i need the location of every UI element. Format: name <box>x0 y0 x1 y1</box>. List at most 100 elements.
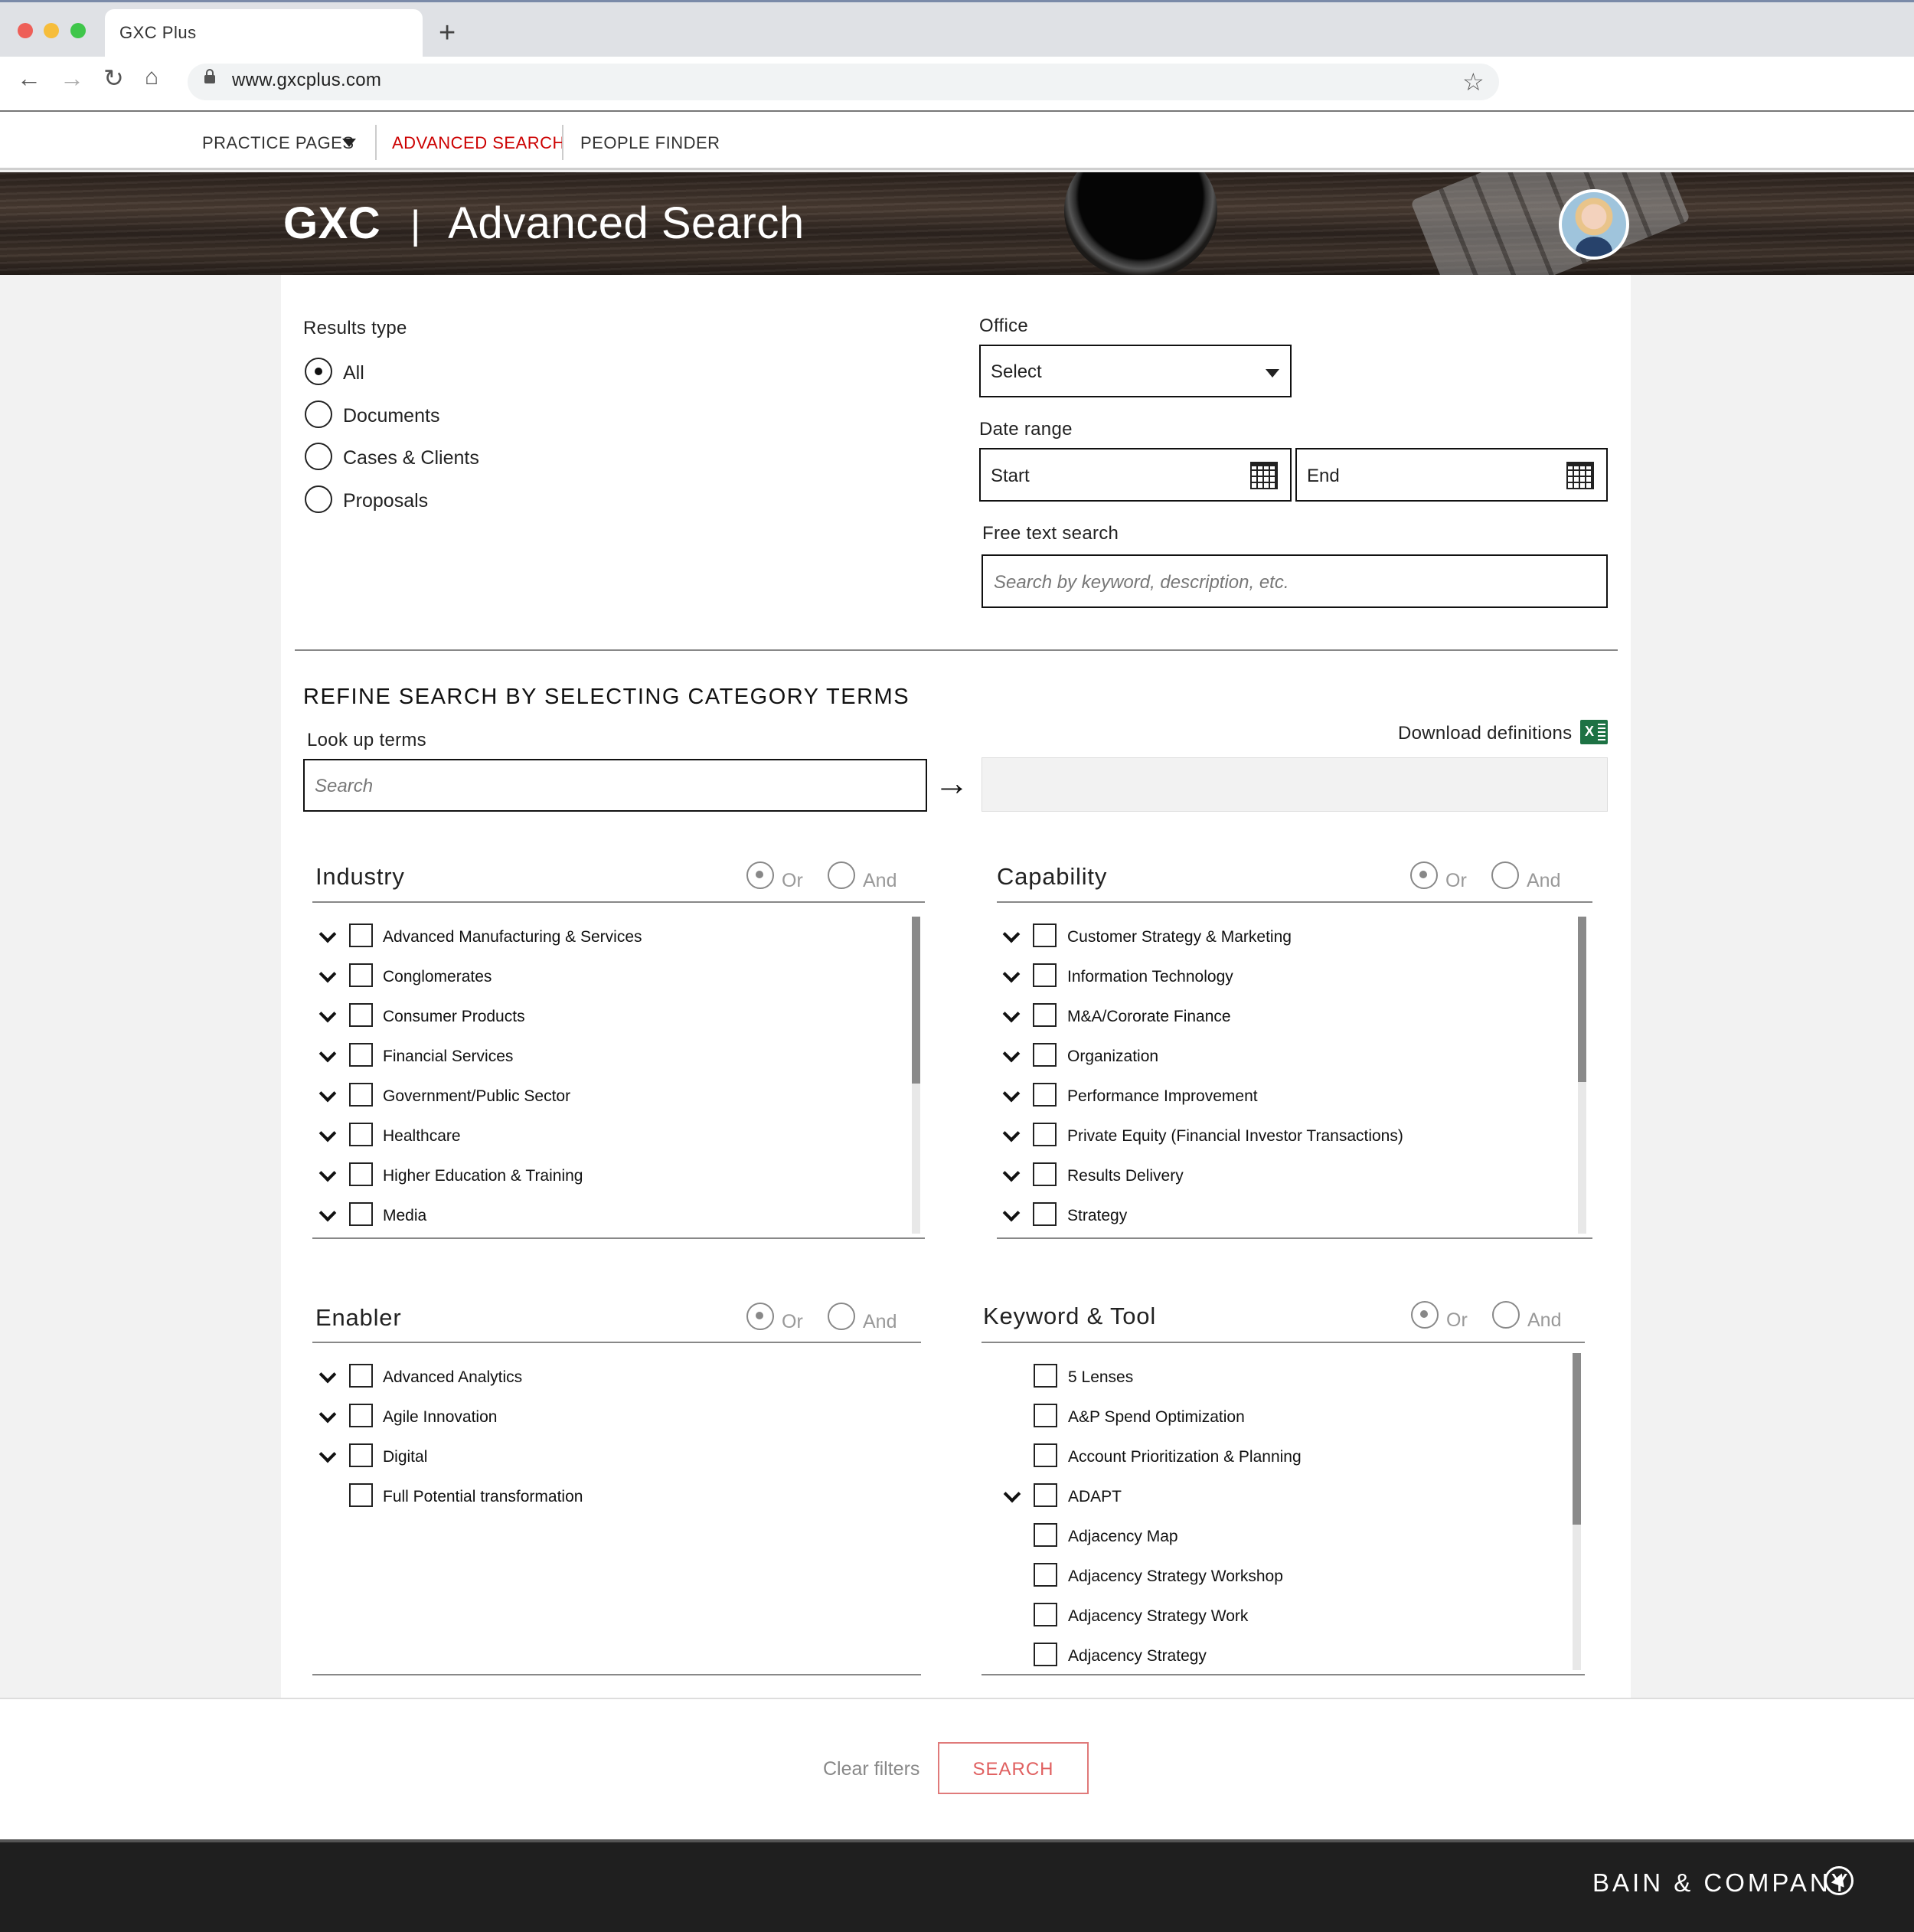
enabler-or-radio[interactable] <box>746 1303 774 1330</box>
list-item-label: Customer Strategy & Marketing <box>1067 928 1292 946</box>
checkbox[interactable] <box>349 1162 373 1186</box>
checkbox[interactable] <box>349 924 373 947</box>
title-separator: | <box>410 203 421 247</box>
nav-divider <box>375 125 377 160</box>
home-icon[interactable]: ⌂ <box>145 66 158 89</box>
checkbox[interactable] <box>1033 1083 1057 1107</box>
checkbox[interactable] <box>349 1404 373 1427</box>
industry-scroll-thumb[interactable] <box>912 917 920 1084</box>
search-button[interactable]: SEARCH <box>938 1742 1089 1794</box>
industry-and-label[interactable]: And <box>863 870 897 892</box>
capability-scroll-thumb[interactable] <box>1578 917 1586 1082</box>
enabler-or-label[interactable]: Or <box>782 1311 803 1333</box>
checkbox[interactable] <box>1033 1123 1057 1146</box>
checkbox[interactable] <box>349 1443 373 1467</box>
lock-icon <box>204 69 215 83</box>
checkbox[interactable] <box>1034 1483 1057 1507</box>
checkbox[interactable] <box>1033 924 1057 947</box>
checkbox[interactable] <box>1034 1563 1057 1587</box>
checkbox[interactable] <box>349 1043 373 1067</box>
brand-name: GXC <box>283 198 381 248</box>
checkbox[interactable] <box>349 1364 373 1388</box>
bookmark-star-icon[interactable]: ☆ <box>1462 67 1484 96</box>
office-select[interactable]: Select <box>979 345 1292 397</box>
nav-advanced-search[interactable]: ADVANCED SEARCH <box>392 133 565 153</box>
list-item-label: Organization <box>1067 1048 1159 1065</box>
checkbox[interactable] <box>349 1083 373 1107</box>
keyword-tool-scroll-thumb[interactable] <box>1573 1353 1581 1525</box>
capability-and-radio[interactable] <box>1491 861 1519 889</box>
radio-all[interactable] <box>305 358 332 385</box>
page-title: GXC | Advanced Search <box>283 198 805 249</box>
excel-icon[interactable]: X <box>1580 720 1608 744</box>
enabler-and-label[interactable]: And <box>863 1311 897 1333</box>
radio-all-label[interactable]: All <box>343 362 364 384</box>
radio-proposals-label[interactable]: Proposals <box>343 490 428 512</box>
caret-down-icon[interactable] <box>342 139 356 147</box>
radio-proposals[interactable] <box>305 485 332 513</box>
browser-tab[interactable]: GXC Plus <box>105 9 423 57</box>
minimize-window-button[interactable] <box>44 23 59 38</box>
start-date-input[interactable]: Start <box>979 448 1292 502</box>
checkbox[interactable] <box>1034 1523 1057 1547</box>
nav-people-finder[interactable]: PEOPLE FINDER <box>580 133 720 153</box>
checkbox[interactable] <box>1034 1364 1057 1388</box>
industry-and-radio[interactable] <box>828 861 855 889</box>
list-item-label: Results Delivery <box>1067 1167 1184 1185</box>
free-text-search-input[interactable]: Search by keyword, description, etc. <box>981 554 1608 608</box>
checkbox[interactable] <box>1033 1202 1057 1226</box>
keyword-tool-or-label[interactable]: Or <box>1446 1309 1468 1332</box>
keyword-tool-and-radio[interactable] <box>1492 1301 1520 1329</box>
checkbox[interactable] <box>349 963 373 987</box>
reload-icon[interactable]: ↻ <box>103 66 124 90</box>
capability-or-radio[interactable] <box>1410 861 1438 889</box>
checkbox[interactable] <box>1034 1643 1057 1666</box>
nav-practice-pages[interactable]: PRACTICE PAGES <box>202 133 354 153</box>
radio-documents[interactable] <box>305 400 332 428</box>
office-select-value: Select <box>991 361 1042 382</box>
capability-or-label[interactable]: Or <box>1445 870 1467 892</box>
keyword-tool-or-radio[interactable] <box>1411 1301 1439 1329</box>
checkbox[interactable] <box>349 1202 373 1226</box>
checkbox[interactable] <box>1034 1603 1057 1626</box>
enabler-and-radio[interactable] <box>828 1303 855 1330</box>
calendar-icon[interactable] <box>1250 462 1278 489</box>
radio-documents-label[interactable]: Documents <box>343 405 439 427</box>
list-item-label: Private Equity (Financial Investor Trans… <box>1067 1127 1403 1145</box>
industry-or-radio[interactable] <box>746 861 774 889</box>
date-range-label: Date range <box>979 419 1073 440</box>
checkbox[interactable] <box>1033 1162 1057 1186</box>
list-item-label: Advanced Analytics <box>383 1368 523 1386</box>
checkbox[interactable] <box>1033 1043 1057 1067</box>
keyword-tool-and-label[interactable]: And <box>1527 1309 1561 1332</box>
lookup-terms-label: Look up terms <box>307 730 426 750</box>
maximize-window-button[interactable] <box>70 23 86 38</box>
address-bar[interactable] <box>188 64 1499 100</box>
plus-icon[interactable]: + <box>439 18 456 47</box>
checkbox[interactable] <box>349 1123 373 1146</box>
checkbox[interactable] <box>1033 1003 1057 1027</box>
checkbox[interactable] <box>1033 963 1057 987</box>
download-definitions-link[interactable]: Download definitions <box>1398 723 1572 744</box>
start-date-placeholder: Start <box>991 466 1030 486</box>
close-window-button[interactable] <box>18 23 33 38</box>
radio-cases-clients[interactable] <box>305 443 332 470</box>
list-item-label: Agile Innovation <box>383 1408 498 1426</box>
checkbox[interactable] <box>349 1483 373 1507</box>
back-icon[interactable]: ← <box>17 66 41 90</box>
user-avatar[interactable] <box>1559 189 1629 260</box>
industry-or-label[interactable]: Or <box>782 870 803 892</box>
clear-filters-link[interactable]: Clear filters <box>823 1758 919 1780</box>
capability-title: Capability <box>997 863 1108 890</box>
checkbox[interactable] <box>1034 1404 1057 1427</box>
arrow-right-icon[interactable]: → <box>934 765 969 800</box>
radio-cases-clients-label[interactable]: Cases & Clients <box>343 447 479 469</box>
forward-icon[interactable]: → <box>60 66 84 90</box>
calendar-icon[interactable] <box>1566 462 1594 489</box>
checkbox[interactable] <box>1034 1443 1057 1467</box>
capability-and-label[interactable]: And <box>1527 870 1560 892</box>
end-date-input[interactable]: End <box>1295 448 1608 502</box>
url-text[interactable]: www.gxcplus.com <box>232 70 381 91</box>
checkbox[interactable] <box>349 1003 373 1027</box>
lookup-terms-input[interactable]: Search <box>303 759 927 812</box>
